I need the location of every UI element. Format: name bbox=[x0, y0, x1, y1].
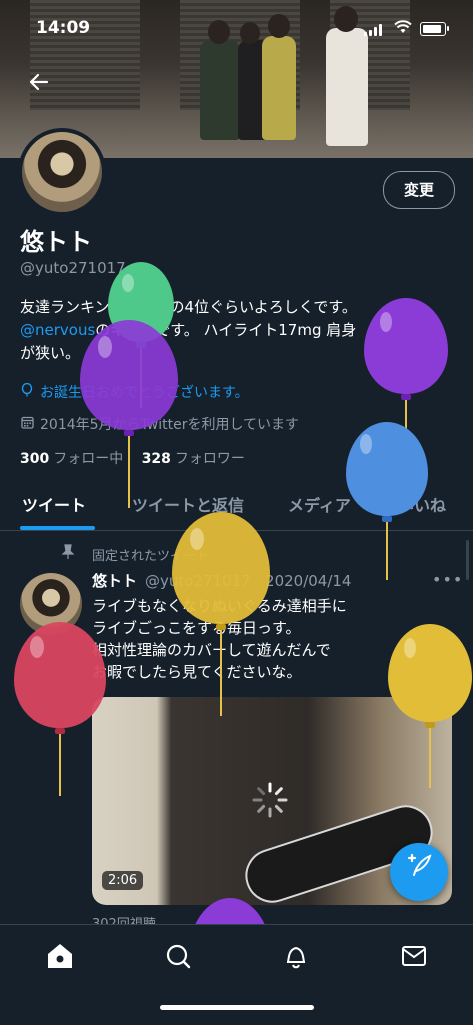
battery-icon bbox=[420, 22, 449, 36]
calendar-icon bbox=[20, 416, 34, 433]
video-duration: 2:06 bbox=[102, 871, 144, 890]
bio-mention-link[interactable]: @nervous bbox=[20, 321, 95, 339]
following-link[interactable]: 300 フォロー中 bbox=[20, 451, 123, 467]
display-name: 悠トト bbox=[20, 228, 92, 256]
follow-counts: 300 フォロー中 328 フォロワー bbox=[20, 448, 245, 468]
following-label: フォロー中 bbox=[53, 451, 124, 467]
tweet-author[interactable]: 悠トト bbox=[92, 572, 137, 590]
active-tab-indicator bbox=[20, 526, 95, 530]
edit-profile-button[interactable]: 変更 bbox=[383, 171, 455, 209]
more-options-icon[interactable]: ••• bbox=[432, 570, 463, 589]
scrollbar[interactable] bbox=[466, 540, 469, 580]
pin-icon bbox=[60, 544, 76, 564]
tweet-text: ライブもなくなりぬいぐるみ達相手に ライブごっこをする毎日っす。 相対性理論のカ… bbox=[92, 595, 432, 683]
arrow-left-icon bbox=[29, 73, 49, 91]
cellular-signal-icon bbox=[364, 24, 384, 36]
loading-spinner-icon bbox=[250, 780, 290, 820]
home-indicator[interactable] bbox=[160, 1005, 314, 1010]
profile-avatar[interactable] bbox=[18, 128, 106, 216]
notifications-icon[interactable] bbox=[276, 939, 316, 973]
compose-tweet-button[interactable] bbox=[390, 843, 448, 901]
tweet-line: 相対性理論のカバーして遊んだんで bbox=[92, 641, 331, 659]
tweet-line: お暇でしたら見てくださいな。 bbox=[92, 663, 302, 681]
status-time: 14:09 bbox=[36, 18, 91, 38]
search-icon[interactable] bbox=[158, 939, 198, 973]
back-button[interactable] bbox=[22, 70, 56, 100]
home-icon[interactable] bbox=[40, 939, 80, 973]
tweet-line: ライブごっこをする毎日っす。 bbox=[92, 619, 301, 637]
followers-label: フォロワー bbox=[174, 451, 245, 467]
messages-icon[interactable] bbox=[394, 939, 434, 973]
compose-feather-icon bbox=[407, 853, 432, 876]
status-bar: 14:09 bbox=[0, 0, 473, 56]
balloon-icon bbox=[20, 382, 34, 401]
tab-tweets[interactable]: ツイート bbox=[22, 492, 86, 516]
user-handle: @yuto271017 bbox=[20, 259, 126, 277]
following-count: 300 bbox=[20, 451, 50, 467]
followers-count: 328 bbox=[141, 451, 171, 467]
wifi-icon bbox=[394, 20, 412, 38]
followers-link[interactable]: 328 フォロワー bbox=[142, 451, 245, 467]
tab-media[interactable]: メディア bbox=[288, 492, 351, 516]
join-date-text: 2014年5月からTwitterを利用しています bbox=[40, 417, 300, 433]
